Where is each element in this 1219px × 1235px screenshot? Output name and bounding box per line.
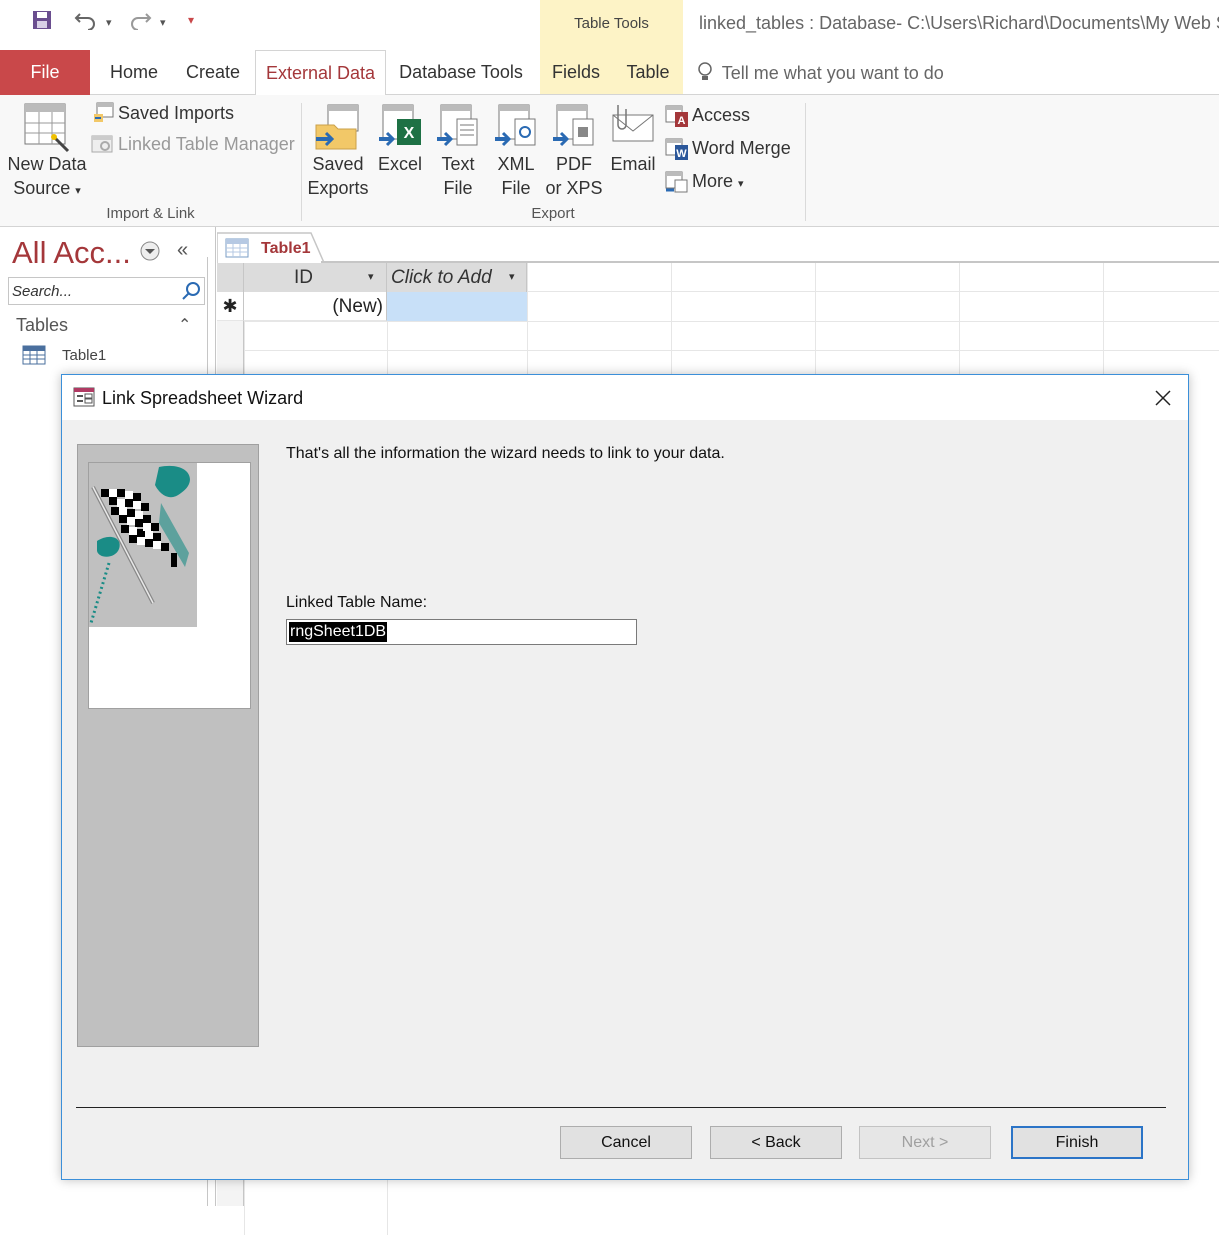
new-data-source-button[interactable]: New Data Source ▾: [4, 152, 90, 203]
ribbon-separator: [301, 103, 302, 221]
new-data-source-icon[interactable]: [24, 103, 70, 158]
access-export-button[interactable]: Access: [692, 105, 750, 126]
wizard-side-panel: [77, 444, 259, 1047]
wizard-icon: [73, 386, 95, 413]
next-button[interactable]: Next >: [859, 1126, 991, 1159]
svg-text:X: X: [404, 125, 415, 142]
save-icon[interactable]: [32, 10, 52, 36]
tab-database-tools[interactable]: Database Tools: [392, 50, 530, 95]
excel-icon: X: [377, 103, 423, 156]
pdf-xps-export-button[interactable]: PDF or XPS: [543, 152, 605, 200]
tell-me-text: Tell me what you want to do: [721, 63, 944, 83]
nav-section-tables[interactable]: Tables: [16, 315, 68, 336]
cell-click-to-add-new[interactable]: [387, 292, 527, 321]
saved-imports-button[interactable]: Saved Imports: [118, 103, 234, 124]
dropdown-arrow-icon: ▾: [75, 185, 81, 197]
redo-dropdown-icon[interactable]: ▾: [160, 16, 166, 29]
svg-text:W: W: [676, 148, 687, 160]
export-group-label: Export: [531, 205, 575, 222]
back-button[interactable]: < Back: [710, 1126, 842, 1159]
pdf-xps-icon: [551, 103, 597, 156]
tab-create[interactable]: Create: [176, 50, 250, 95]
dialog-title-bar: Link Spreadsheet Wizard: [62, 375, 1188, 420]
dialog-title: Link Spreadsheet Wizard: [102, 388, 304, 408]
column-header-id[interactable]: ID ▾: [244, 263, 387, 292]
tab-fields[interactable]: Fields: [546, 50, 606, 95]
saved-imports-icon: [93, 102, 115, 129]
linked-table-manager-icon: [91, 133, 115, 160]
email-export-button[interactable]: Email: [606, 152, 660, 176]
link-spreadsheet-wizard-dialog: Link Spreadsheet Wizard That's all the i…: [61, 374, 1189, 1180]
more-export-button[interactable]: More ▾: [692, 171, 744, 192]
saved-exports-icon: [314, 103, 360, 156]
excel-export-button[interactable]: Excel: [374, 152, 426, 176]
cell-id-new[interactable]: (New): [244, 292, 387, 321]
finish-button[interactable]: Finish: [1011, 1126, 1143, 1159]
word-merge-button[interactable]: Word Merge: [692, 138, 791, 159]
grid-line: [217, 350, 1219, 351]
close-icon[interactable]: [1150, 385, 1176, 411]
linked-table-name-value: rngSheet1DB: [289, 622, 388, 642]
undo-dropdown-icon[interactable]: ▾: [106, 16, 112, 29]
linked-table-name-label: Linked Table Name:: [286, 594, 428, 611]
wizard-picture-frame: [88, 462, 251, 709]
nav-item-label: Table1: [62, 347, 107, 364]
column-header-click-to-add[interactable]: Click to Add ▾: [387, 263, 527, 292]
nav-search-box: [8, 277, 205, 305]
nav-item-table1[interactable]: Table1: [22, 345, 202, 367]
column-dropdown-icon[interactable]: ▾: [509, 263, 515, 292]
table-icon: [22, 345, 46, 370]
cancel-button[interactable]: Cancel: [560, 1126, 692, 1159]
ribbon-separator: [805, 103, 806, 221]
access-icon: A: [665, 104, 689, 133]
xml-file-icon: [493, 103, 539, 156]
svg-text:A: A: [678, 115, 686, 127]
more-export-icon: [665, 170, 689, 199]
linked-table-manager-button[interactable]: Linked Table Manager: [118, 134, 295, 155]
dialog-divider: [76, 1107, 1166, 1108]
xml-file-export-button[interactable]: XML File: [490, 152, 542, 200]
search-input[interactable]: [9, 278, 179, 304]
collapse-section-icon[interactable]: ⌃: [178, 315, 191, 335]
column-dropdown-icon[interactable]: ▾: [368, 263, 374, 292]
customize-qat-icon[interactable]: ▾: [188, 13, 194, 27]
tell-me-box[interactable]: Tell me what you want to do: [697, 62, 944, 87]
text-file-export-button[interactable]: Text File: [432, 152, 484, 200]
empty-header-area: [527, 263, 1219, 292]
import-link-group-label: Import & Link: [106, 205, 195, 222]
dropdown-arrow-icon: ▾: [738, 178, 744, 190]
undo-icon[interactable]: [74, 10, 98, 36]
grid-line: [217, 321, 1219, 322]
wizard-message: That's all the information the wizard ne…: [286, 445, 725, 462]
tab-home[interactable]: Home: [100, 50, 168, 95]
search-icon[interactable]: [181, 281, 201, 306]
word-merge-icon: W: [665, 137, 689, 166]
context-tab-group-label: Table Tools: [574, 15, 649, 32]
lightbulb-icon: [697, 62, 717, 87]
window-title: linked_tables : Database- C:\Users\Richa…: [699, 13, 1219, 33]
ribbon-body: New Data Source ▾ Saved Imports Linked T…: [0, 95, 1219, 227]
collapse-pane-icon[interactable]: «: [177, 239, 188, 262]
select-all-corner[interactable]: [217, 263, 244, 292]
nav-menu-dropdown-icon[interactable]: [140, 241, 160, 266]
linked-table-name-input[interactable]: rngSheet1DB: [286, 619, 637, 645]
checkered-flag-icon: [89, 463, 197, 627]
tab-external-data[interactable]: External Data: [255, 50, 386, 96]
redo-icon[interactable]: [128, 10, 152, 36]
new-record-marker: ✱: [217, 292, 244, 321]
ribbon-tabs: File Home Create External Data Database …: [0, 50, 1219, 96]
email-icon: [610, 101, 656, 154]
saved-exports-button[interactable]: Saved Exports: [306, 152, 370, 200]
document-tab-table1[interactable]: Table1: [217, 231, 326, 266]
tab-table[interactable]: Table: [620, 50, 676, 95]
text-file-icon: [435, 103, 481, 156]
nav-pane-title[interactable]: All Acc...: [12, 235, 131, 271]
tab-file[interactable]: File: [0, 50, 90, 95]
